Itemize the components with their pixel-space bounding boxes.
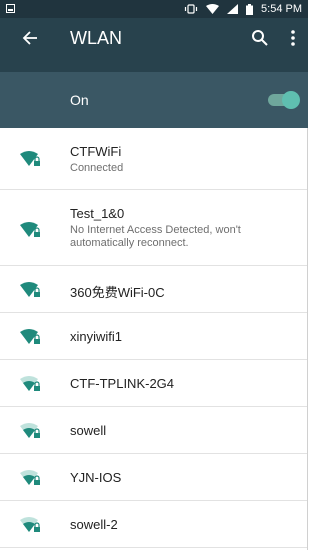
network-name: CTF-TPLINK-2G4 [70, 376, 175, 391]
vibrate-icon [184, 4, 198, 14]
wifi-lock-icon [20, 222, 40, 237]
wifi-lock-icon [20, 470, 40, 485]
network-row[interactable]: sowell-2 [0, 501, 308, 548]
network-row[interactable]: CTF-TPLINK-2G4 [0, 360, 308, 407]
wlan-toggle[interactable] [268, 91, 300, 109]
wifi-status-icon [206, 4, 220, 14]
search-icon[interactable] [251, 29, 269, 47]
network-row[interactable]: 360免费WiFi-0C [0, 266, 308, 313]
wifi-lock-icon [20, 282, 40, 297]
network-name: CTFWiFi [70, 144, 122, 159]
wifi-lock-icon [20, 151, 40, 166]
network-name: 360免费WiFi-0C [70, 285, 165, 300]
wifi-lock-icon [20, 517, 40, 532]
status-icons: 5:54 PM [184, 0, 302, 18]
network-status: Connected [70, 162, 124, 174]
network-name: sowell [70, 423, 107, 438]
wlan-master-switch-row[interactable]: On [0, 72, 308, 128]
battery-icon [246, 3, 254, 15]
app-bar: WLAN [0, 18, 308, 58]
switch-label: On [70, 92, 89, 108]
arrow-back-icon[interactable] [22, 30, 38, 46]
cell-signal-icon [227, 4, 239, 14]
app-bar-extension [0, 58, 308, 72]
sim-card-icon [6, 4, 15, 13]
network-row[interactable]: xinyiwifi1 [0, 313, 308, 360]
network-row[interactable]: YJN-IOS [0, 454, 308, 501]
network-name: YJN-IOS [70, 470, 122, 485]
network-status: No Internet Access Detected, won't autom… [70, 224, 241, 249]
network-name: sowell-2 [70, 517, 118, 532]
network-row[interactable]: Test_1&0 No Internet Access Detected, wo… [0, 190, 308, 266]
page-title: WLAN [70, 28, 123, 48]
wifi-lock-icon [20, 376, 40, 391]
network-name: Test_1&0 [70, 206, 125, 221]
more-vert-icon[interactable] [288, 29, 298, 47]
network-row[interactable]: sowell [0, 407, 308, 454]
wifi-lock-icon [20, 423, 40, 438]
status-bar: 5:54 PM [0, 0, 308, 18]
screen-edge [307, 128, 308, 550]
network-row[interactable]: CTFWiFi Connected [0, 128, 308, 190]
wifi-lock-icon [20, 329, 40, 344]
status-time: 5:54 PM [261, 3, 302, 15]
toggle-thumb [282, 91, 300, 109]
network-name: xinyiwifi1 [70, 329, 123, 344]
